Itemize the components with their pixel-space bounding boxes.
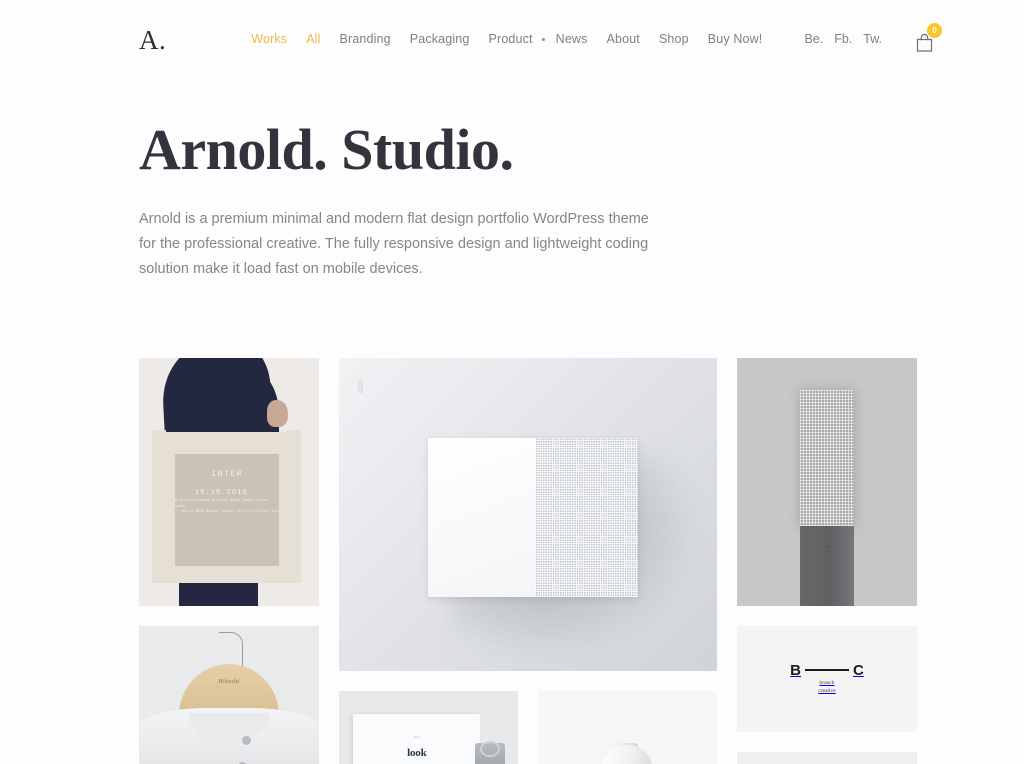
- nav-item-works[interactable]: Works: [251, 32, 287, 46]
- tower-mesh-grille: [800, 389, 854, 527]
- portfolio-item-tote-bag[interactable]: INTER 19.10.2016 Bron oslo Bruneau Hjetl…: [139, 357, 319, 606]
- portfolio-column-left: INTER 19.10.2016 Bron oslo Bruneau Hjetl…: [139, 357, 319, 764]
- hanger-hook: [219, 632, 243, 669]
- nav-item-all[interactable]: All: [306, 32, 320, 46]
- portfolio-item-branch-creative[interactable]: B C branch creative: [737, 625, 917, 732]
- site-logo[interactable]: A.: [139, 25, 166, 54]
- social-link-behance[interactable]: Be.: [804, 32, 823, 46]
- branch-creative-letters: B C: [790, 662, 864, 679]
- portfolio-item-ceramic-vase[interactable]: [538, 690, 717, 764]
- portfolio-middle-subrow: the look addict blog: [339, 690, 717, 764]
- branch-creative-subtitle-line1: branch: [819, 679, 835, 686]
- nav-item-product[interactable]: Product: [489, 32, 533, 46]
- desk-clamp-ring: [480, 740, 501, 758]
- speaker-control-button: [357, 379, 363, 393]
- tower-base: [800, 526, 854, 606]
- tote-print-names: Bron oslo Bruneau Hjetlond wiken Skaara …: [175, 492, 279, 514]
- tote-bag-print: INTER 19.10.2016 Bron oslo Bruneau Hjetl…: [175, 454, 280, 567]
- page-title: Arnold. Studio.: [139, 117, 514, 182]
- cart-button[interactable]: 0: [911, 23, 943, 52]
- portfolio-item-hanger-garment[interactable]: Hikeshi: [139, 625, 319, 764]
- branch-creative-logo: B C branch creative: [790, 662, 864, 696]
- portfolio-item-next-teaser[interactable]: [737, 751, 917, 764]
- cart-count-badge: 0: [927, 23, 943, 38]
- nav-item-about[interactable]: About: [607, 32, 640, 46]
- nav-item-branding[interactable]: Branding: [340, 32, 391, 46]
- tote-print-names-left: Martin Neue Bureau Torgeir Lid Felix Ste…: [181, 509, 280, 514]
- tote-model-hand: [266, 399, 289, 428]
- site-header: A. Works All Branding Packaging Product …: [0, 0, 1024, 78]
- social-link-twitter[interactable]: Tw.: [863, 32, 882, 46]
- tote-print-names-right: Bron oslo Bruneau Hjetlond wiken Skaara …: [175, 499, 269, 509]
- nav-item-shop[interactable]: Shop: [659, 32, 689, 46]
- look-addict-kicker: the: [413, 734, 420, 739]
- hanger-brand-stamp: Hikeshi: [218, 679, 240, 686]
- portfolio-grid: INTER 19.10.2016 Bron oslo Bruneau Hjetl…: [0, 357, 1024, 764]
- speaker-body: [427, 437, 638, 598]
- primary-navigation: Works All Branding Packaging Product New…: [251, 32, 762, 46]
- portfolio-column-right: B C branch creative: [737, 357, 917, 764]
- look-addict-title-line1: look: [407, 746, 427, 759]
- garment-button-top: [241, 736, 251, 746]
- branch-creative-letter-c: C: [853, 661, 864, 679]
- portfolio-item-look-addict[interactable]: the look addict blog: [339, 690, 518, 764]
- tote-print-title: INTER: [211, 470, 244, 480]
- tote-print-date: 19.10.2016: [194, 489, 248, 498]
- vase-body: [602, 745, 653, 764]
- nav-item-buy-now[interactable]: Buy Now!: [708, 32, 763, 46]
- nav-item-packaging[interactable]: Packaging: [410, 32, 470, 46]
- nav-item-news[interactable]: News: [556, 32, 588, 46]
- social-link-facebook[interactable]: Fb.: [834, 32, 852, 46]
- portfolio-item-white-mesh-speaker[interactable]: [339, 357, 717, 671]
- look-addict-card: the look addict blog: [353, 713, 481, 764]
- portfolio-item-tower-speaker[interactable]: [737, 357, 917, 606]
- tower-indicator-dot: [825, 546, 828, 549]
- branch-creative-subtitle-line2: creative: [818, 688, 836, 695]
- hero-section: Arnold. Studio. Arnold is a premium mini…: [0, 78, 1024, 282]
- social-links: Be. Fb. Tw. 0: [804, 23, 943, 52]
- portfolio-column-middle: the look addict blog: [339, 357, 717, 764]
- speaker-mesh-panel: [534, 437, 638, 598]
- branch-creative-letter-b: B: [790, 661, 801, 679]
- hero-description: Arnold is a premium minimal and modern f…: [139, 210, 649, 277]
- dropdown-dot-icon: [541, 37, 545, 41]
- branch-creative-rule: [805, 669, 849, 672]
- speaker-white-panel: [427, 437, 535, 598]
